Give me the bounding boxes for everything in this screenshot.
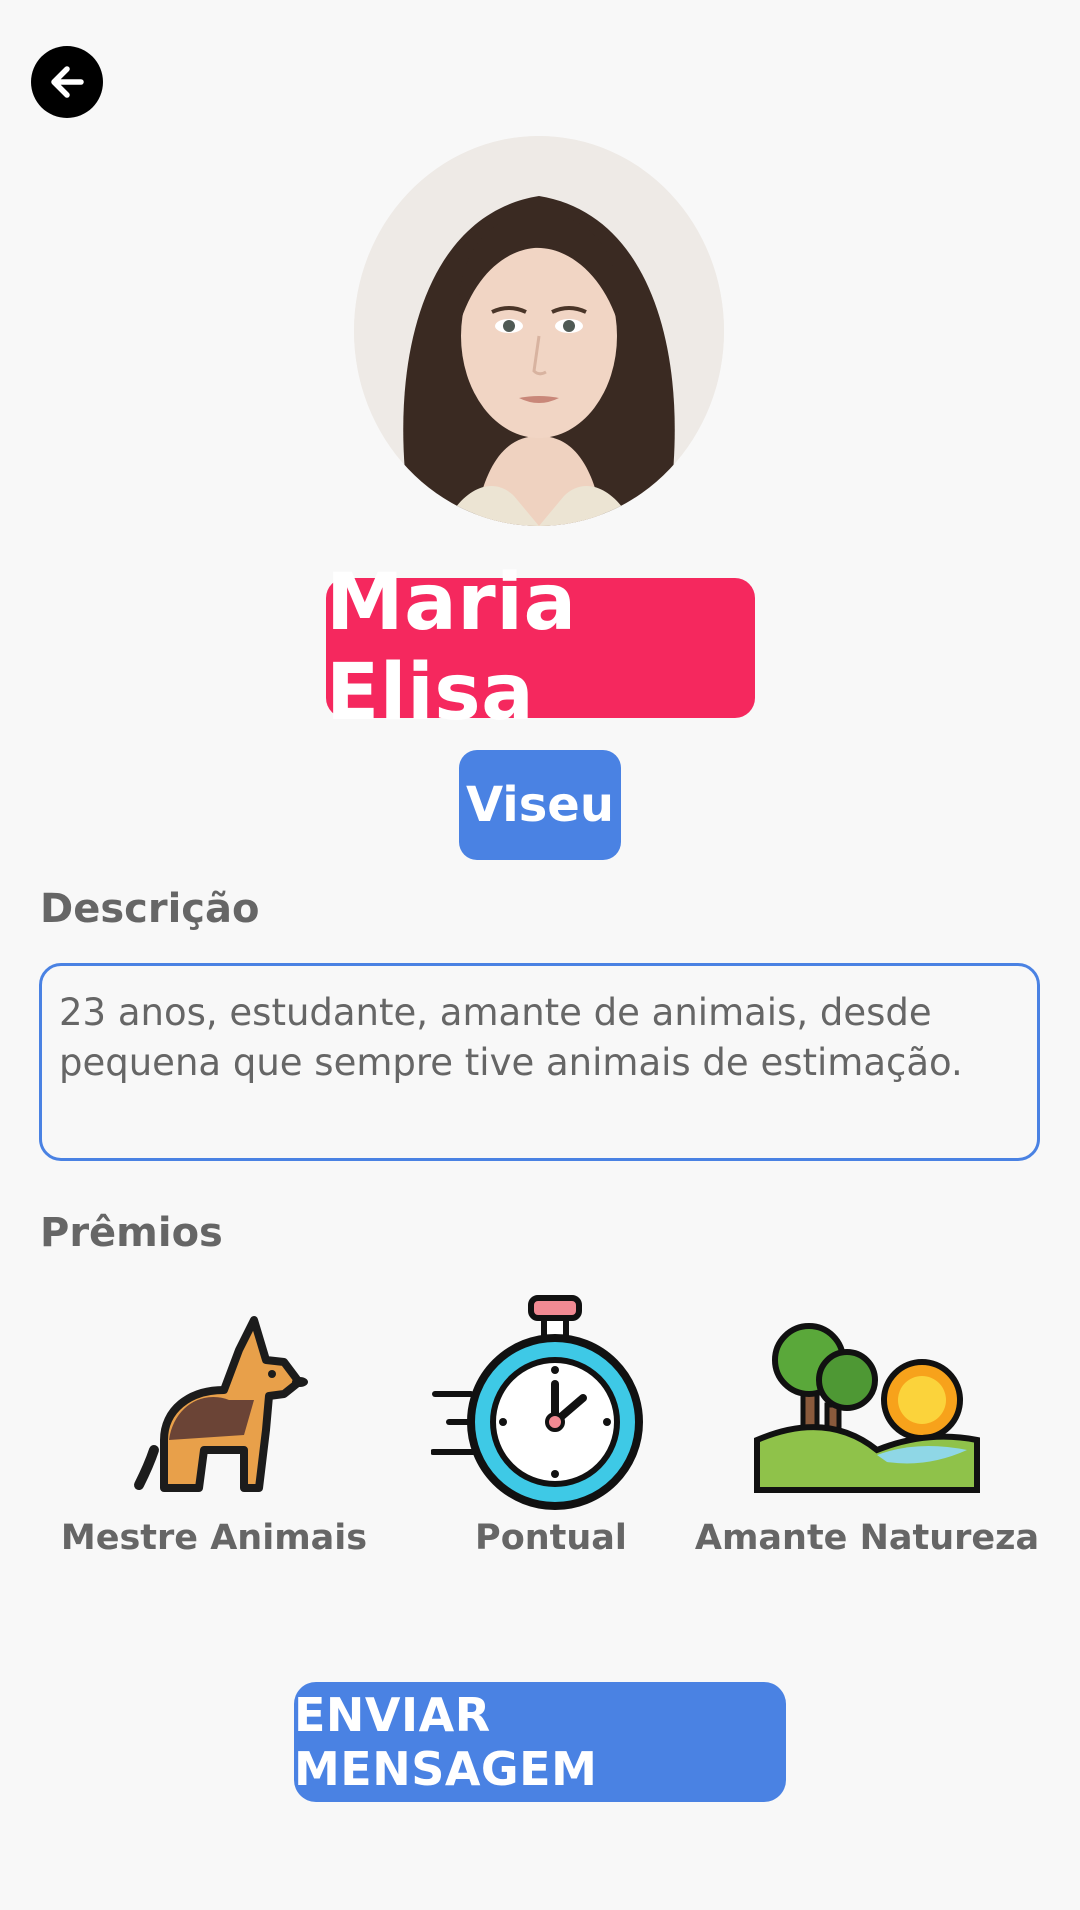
stopwatch-icon [430,1290,671,1510]
profile-avatar [354,136,724,526]
award-item-punctual: Pontual [386,1290,716,1558]
award-label: Mestre Animais [60,1518,368,1558]
awards-label: Prêmios [40,1210,223,1256]
back-button[interactable] [31,46,103,118]
description-text: 23 anos, estudante, amante de animais, d… [39,963,1040,1161]
dog-icon [94,1290,334,1510]
description-label: Descrição [40,886,260,932]
award-label: Pontual [475,1518,627,1558]
award-item-nature-lover: Amante Natureza [695,1290,1039,1558]
profile-name: Maria Elisa [326,558,755,738]
nature-landscape-icon [747,1290,987,1510]
award-item-animal-master: Mestre Animais [49,1290,379,1558]
award-label: Amante Natureza [694,1518,1040,1558]
arrow-left-icon [45,60,89,104]
send-message-button[interactable]: ENVIAR MENSAGEM [294,1682,786,1802]
city-badge: Viseu [459,750,621,860]
